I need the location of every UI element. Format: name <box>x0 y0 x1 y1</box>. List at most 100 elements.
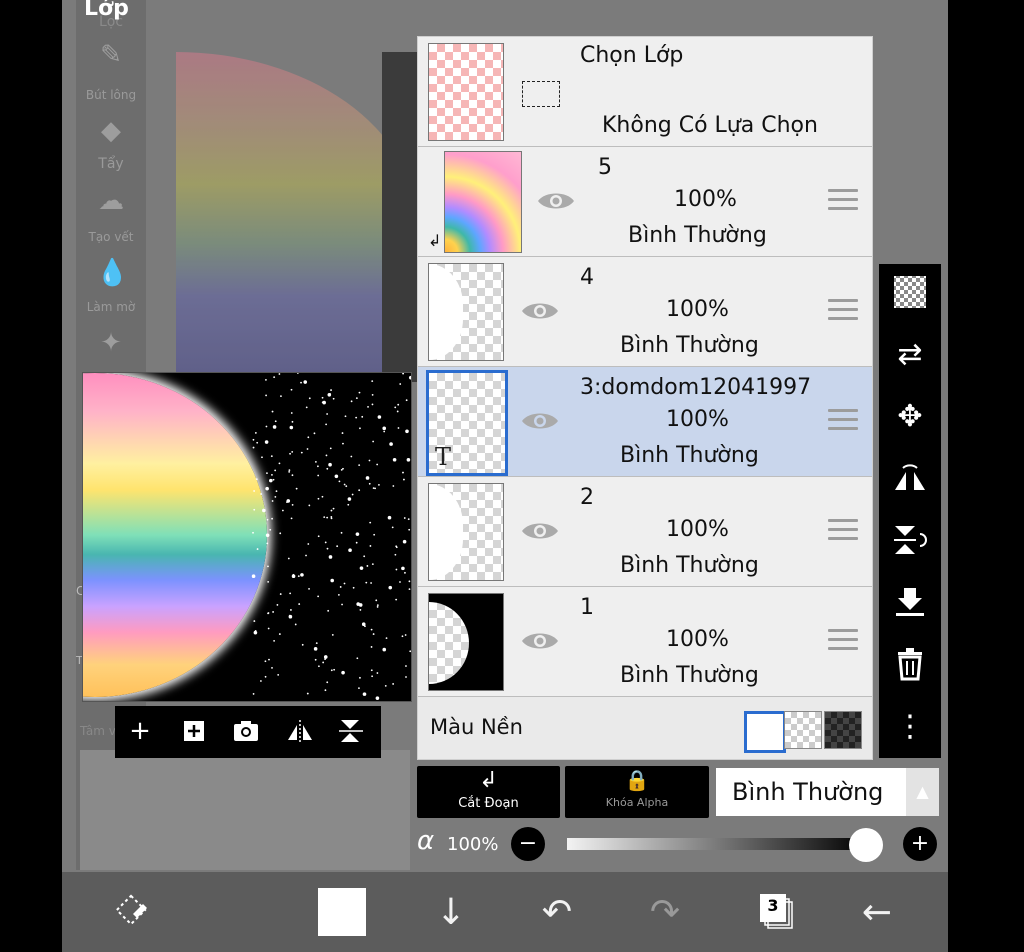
star <box>399 383 402 385</box>
star <box>343 582 346 585</box>
arrow-down-icon[interactable]: ↓ <box>426 888 476 938</box>
alpha-lock-button[interactable]: 🔒 Khóa Alpha <box>565 766 709 818</box>
opacity-increase-button[interactable]: + <box>903 827 937 861</box>
opacity-slider[interactable] <box>567 838 867 850</box>
tool-label-smudge: Tạo vết <box>88 230 134 244</box>
layer-blend-mode: Bình Thường <box>620 443 759 468</box>
star <box>370 669 373 672</box>
star <box>345 485 348 488</box>
drag-handle-icon[interactable] <box>828 629 858 653</box>
star <box>363 555 366 558</box>
eraser-icon[interactable]: ◆ <box>96 116 126 146</box>
duplicate-layer-icon[interactable] <box>179 716 209 746</box>
star <box>355 397 358 400</box>
add-layer-icon[interactable]: + <box>125 716 155 746</box>
canvas-space <box>382 52 422 382</box>
star <box>267 627 270 630</box>
star <box>306 448 309 450</box>
drag-handle-icon[interactable] <box>828 519 858 543</box>
more-menu-icon[interactable]: ⋮ <box>891 708 929 746</box>
layer-opacity: 100% <box>666 517 729 542</box>
star <box>260 680 262 682</box>
opacity-slider-handle[interactable] <box>849 828 883 862</box>
back-arrow-icon[interactable]: ← <box>852 888 902 938</box>
tool-label-eraser: Tẩy <box>98 156 124 172</box>
visibility-eye-icon[interactable] <box>520 621 560 661</box>
star <box>408 580 411 583</box>
star <box>332 397 335 400</box>
transform-icon[interactable] <box>106 888 156 938</box>
undo-icon[interactable]: ↶ <box>532 888 582 938</box>
star <box>337 593 340 596</box>
star <box>350 400 353 403</box>
layer-row-2[interactable]: 2 100% Bình Thường <box>418 477 872 587</box>
background-white-swatch[interactable] <box>744 711 786 753</box>
selection-layer-thumbnail <box>428 43 504 141</box>
star <box>342 467 344 470</box>
trash-icon[interactable] <box>891 646 929 684</box>
star <box>339 586 342 588</box>
flip-horizontal-icon[interactable] <box>285 716 315 746</box>
camera-icon[interactable] <box>231 716 261 746</box>
opacity-decrease-button[interactable]: − <box>511 827 545 861</box>
layer-thumbnail-3: T <box>426 370 508 476</box>
drag-handle-icon[interactable] <box>828 189 858 213</box>
brush-icon[interactable]: ✎ <box>96 40 126 70</box>
move-icon[interactable]: ✥ <box>891 398 929 436</box>
layer-row-5[interactable]: ↲ 5 100% Bình Thường <box>418 147 872 257</box>
color-swatch[interactable] <box>318 888 366 936</box>
star <box>385 637 388 640</box>
background-dark-swatch[interactable] <box>824 711 862 749</box>
star <box>368 459 371 462</box>
star <box>369 521 372 524</box>
visibility-eye-icon[interactable] <box>520 291 560 331</box>
layer-count-value: 3 <box>767 896 779 915</box>
star <box>270 455 273 458</box>
selection-layer-row[interactable]: Chọn Lớp Không Có Lựa Chọn <box>418 37 872 147</box>
star <box>389 442 393 446</box>
flip-horizontal-icon[interactable] <box>891 460 929 498</box>
star <box>321 495 324 498</box>
star <box>394 553 397 556</box>
magic-wand-icon[interactable]: ✦ <box>96 328 126 358</box>
star <box>287 557 290 560</box>
star <box>327 609 330 612</box>
star <box>364 625 366 628</box>
star <box>305 406 308 409</box>
visibility-eye-icon[interactable] <box>536 181 576 221</box>
star <box>267 581 270 583</box>
drag-handle-icon[interactable] <box>828 299 858 323</box>
star <box>314 658 317 661</box>
selection-marquee-icon <box>522 81 560 107</box>
flip-vertical-icon[interactable] <box>891 522 929 560</box>
star <box>314 460 317 463</box>
canvas-preview[interactable] <box>82 372 412 702</box>
clipping-button[interactable]: ↲ Cắt Đoạn <box>417 766 560 818</box>
canvas-artwork[interactable] <box>176 52 416 382</box>
merge-down-icon[interactable] <box>891 584 929 622</box>
blur-icon[interactable]: 💧 <box>96 258 128 288</box>
transparency-icon[interactable] <box>891 274 929 312</box>
blend-mode-select[interactable]: Bình Thường <box>716 768 906 816</box>
chevron-up-icon[interactable]: ▲ <box>906 768 939 816</box>
layer-row-1[interactable]: 1 100% Bình Thường <box>418 587 872 697</box>
star <box>279 593 282 595</box>
layer-row-3[interactable]: T 3:domdom12041997 100% Bình Thường <box>418 367 872 477</box>
layers-button[interactable]: 3 <box>758 892 793 929</box>
flip-vertical-icon[interactable] <box>337 716 367 746</box>
smudge-icon[interactable]: ☁ <box>96 186 126 216</box>
star <box>264 675 267 678</box>
tool-label-brush: Bút lông <box>85 88 137 102</box>
redo-icon[interactable]: ↷ <box>640 888 690 938</box>
star <box>375 696 380 700</box>
star <box>289 425 294 430</box>
background-checker-swatch[interactable] <box>784 711 822 749</box>
visibility-eye-icon[interactable] <box>520 401 560 441</box>
swap-layer-icon[interactable]: ⇄ <box>891 336 929 374</box>
lock-icon: 🔒 <box>624 768 650 792</box>
layer-row-4[interactable]: 4 100% Bình Thường <box>418 257 872 367</box>
star <box>291 503 294 506</box>
visibility-eye-icon[interactable] <box>520 511 560 551</box>
star <box>303 380 308 384</box>
drag-handle-icon[interactable] <box>828 409 858 433</box>
